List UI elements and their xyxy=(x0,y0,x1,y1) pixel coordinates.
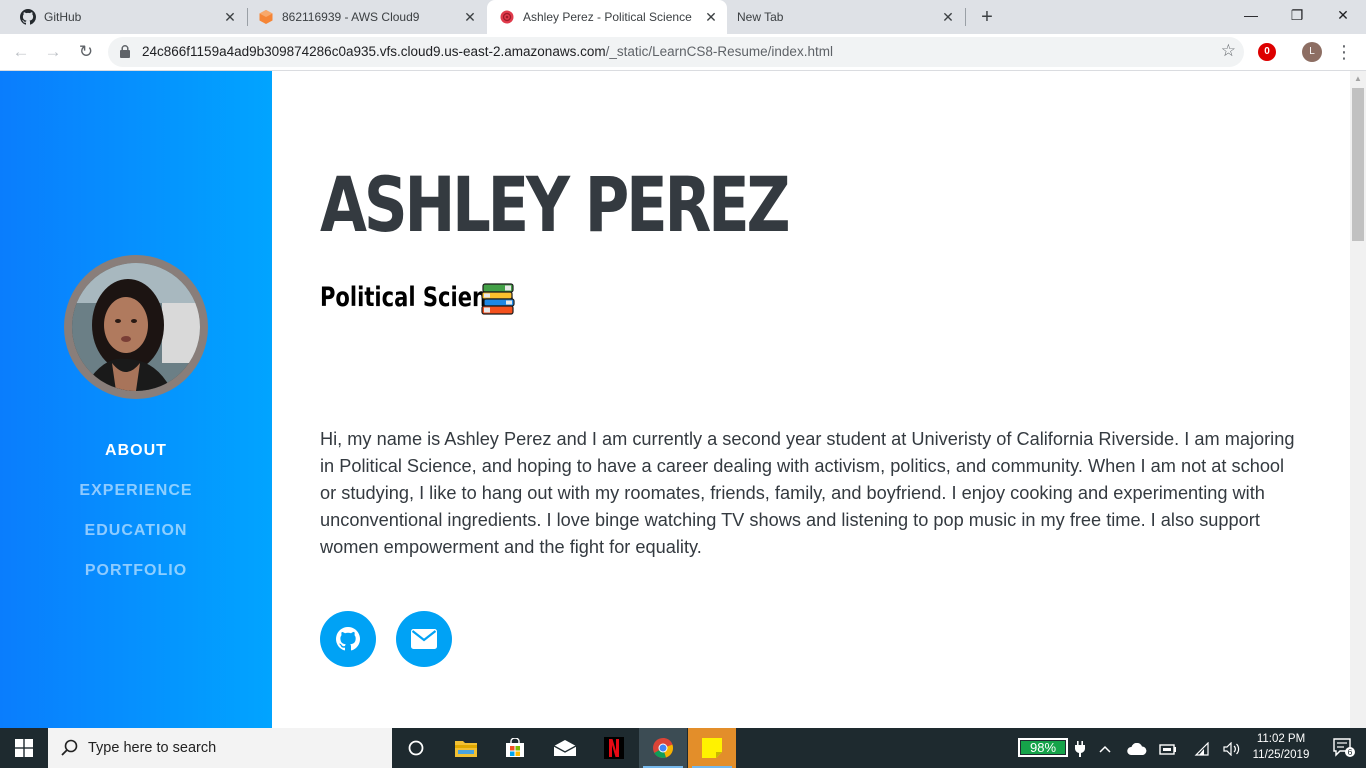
windows-logo-icon xyxy=(15,739,33,757)
tab-github[interactable]: GitHub ✕ xyxy=(8,0,246,34)
forward-button[interactable]: → xyxy=(41,40,65,64)
onedrive-icon[interactable] xyxy=(1124,728,1150,768)
close-tab-icon[interactable]: ✕ xyxy=(222,9,238,25)
system-clock[interactable]: 11:02 PM 11/25/2019 xyxy=(1240,731,1322,763)
browser-menu-icon[interactable]: ⋮ xyxy=(1335,40,1353,64)
store-bag-icon xyxy=(506,738,524,757)
envelope-icon xyxy=(411,629,437,649)
tab-title: 862116939 - AWS Cloud9 xyxy=(282,10,420,24)
taskbar-search[interactable]: Type here to search xyxy=(48,728,392,768)
clock-time: 11:02 PM xyxy=(1256,733,1306,745)
clock-date: 11/25/2019 xyxy=(1252,749,1310,761)
scroll-up-icon[interactable]: ▲ xyxy=(1354,74,1362,83)
chevron-up-icon xyxy=(1099,745,1111,753)
mail-icon xyxy=(554,740,576,756)
netflix-icon xyxy=(604,737,624,759)
notification-icon: 6 xyxy=(1333,738,1355,757)
sticky-notes-icon xyxy=(702,738,722,758)
tab-new-tab[interactable]: New Tab ✕ xyxy=(728,0,964,34)
close-tab-icon[interactable]: ✕ xyxy=(462,9,478,25)
books-icon xyxy=(481,283,515,315)
browser-toolbar: ← → ↻ 24c866f1159a4ad9b309874286c0a935.v… xyxy=(0,34,1366,71)
nav-experience[interactable]: Experience xyxy=(0,482,272,500)
reload-button[interactable]: ↻ xyxy=(74,40,98,64)
nav-education[interactable]: Education xyxy=(0,522,272,540)
url-path: /_static/LearnCS8-Resume/index.html xyxy=(605,44,833,59)
sidebar: About Experience Education Portfolio xyxy=(0,71,272,728)
extension-icon[interactable]: 0 xyxy=(1258,43,1276,61)
sticky-notes-button[interactable] xyxy=(688,728,736,768)
folder-icon xyxy=(455,741,477,757)
chrome-icon xyxy=(653,737,674,758)
close-tab-icon[interactable]: ✕ xyxy=(703,9,719,25)
mail-button[interactable] xyxy=(541,728,589,768)
netflix-button[interactable] xyxy=(590,728,638,768)
about-bio: Hi, my name is Ashley Perez and I am cur… xyxy=(320,429,1295,557)
tab-title: Ashley Perez - Political Science xyxy=(523,10,692,24)
new-tab-button[interactable]: + xyxy=(976,6,998,28)
windows-taskbar: Type here to search 98% 11:02 PM 11/25/2… xyxy=(0,728,1366,768)
tab-separator xyxy=(965,8,966,26)
show-hidden-icons[interactable] xyxy=(1094,728,1116,768)
store-button[interactable] xyxy=(491,728,539,768)
restore-button[interactable]: ❐ xyxy=(1274,0,1320,34)
power-plug-icon[interactable] xyxy=(1070,728,1090,768)
battery-percent: 98% xyxy=(1029,740,1057,755)
search-icon xyxy=(61,739,78,756)
url-text: 24c866f1159a4ad9b309874286c0a935.vfs.clo… xyxy=(142,37,833,67)
search-placeholder: Type here to search xyxy=(88,740,217,756)
tab-aws-cloud9[interactable]: 862116939 - AWS Cloud9 ✕ xyxy=(248,0,486,34)
task-view-button[interactable] xyxy=(392,728,440,768)
email-button[interactable] xyxy=(396,611,452,667)
page-title: ASHLEY PEREZ xyxy=(320,160,791,249)
network-adapter-icon[interactable] xyxy=(1156,728,1180,768)
file-explorer-button[interactable] xyxy=(442,728,490,768)
tab-title: GitHub xyxy=(44,10,82,24)
wifi-icon[interactable] xyxy=(1190,728,1214,768)
github-icon xyxy=(20,9,36,25)
rose-icon xyxy=(499,9,515,25)
aws-cloud9-icon xyxy=(258,9,274,25)
chrome-button[interactable] xyxy=(639,728,687,768)
nav-portfolio[interactable]: Portfolio xyxy=(0,562,272,580)
scrollbar-thumb[interactable] xyxy=(1352,88,1364,241)
nav-about[interactable]: About xyxy=(0,442,272,460)
start-button[interactable] xyxy=(0,728,48,768)
page-scrollbar[interactable]: ▲ xyxy=(1350,71,1366,728)
notification-count: 6 xyxy=(1348,747,1353,757)
minimize-button[interactable]: — xyxy=(1228,0,1274,34)
tab-ashley-perez[interactable]: Ashley Perez - Political Science ✕ xyxy=(487,0,727,34)
lock-icon xyxy=(120,45,130,58)
profile-avatar[interactable]: L xyxy=(1302,42,1322,62)
github-button[interactable] xyxy=(320,611,376,667)
profile-photo xyxy=(64,255,208,399)
back-button[interactable]: ← xyxy=(9,40,33,64)
bookmark-star-icon[interactable]: ☆ xyxy=(1221,41,1236,61)
tab-title: New Tab xyxy=(737,10,784,24)
web-page: About Experience Education Portfolio ASH… xyxy=(0,71,1350,728)
close-tab-icon[interactable]: ✕ xyxy=(940,9,956,25)
address-bar[interactable]: 24c866f1159a4ad9b309874286c0a935.vfs.clo… xyxy=(108,37,1244,67)
url-host: 24c866f1159a4ad9b309874286c0a935.vfs.clo… xyxy=(142,44,606,59)
task-view-icon xyxy=(408,740,424,756)
battery-indicator[interactable]: 98% xyxy=(1018,738,1068,757)
github-icon xyxy=(336,627,360,651)
browser-tab-strip: GitHub ✕ 862116939 - AWS Cloud9 ✕ Ashley… xyxy=(0,0,1366,34)
action-center-button[interactable]: 6 xyxy=(1322,728,1366,768)
close-window-button[interactable]: ✕ xyxy=(1320,0,1366,34)
